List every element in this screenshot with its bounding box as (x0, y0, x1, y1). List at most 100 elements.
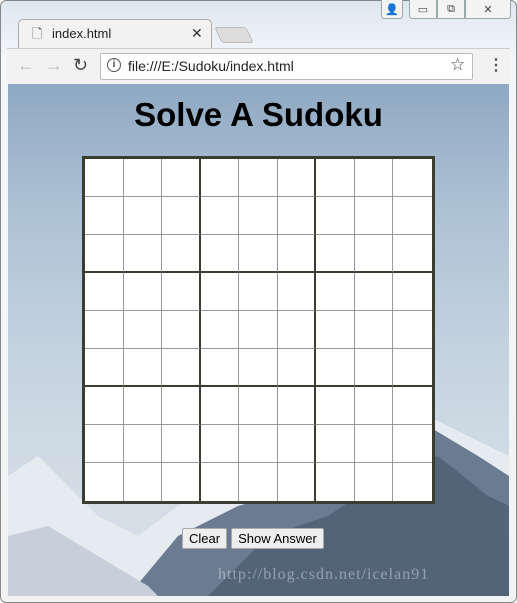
sudoku-cell[interactable] (85, 387, 124, 425)
menu-icon[interactable]: ⋮ (488, 55, 504, 75)
sudoku-cell[interactable] (85, 235, 124, 273)
sudoku-cell[interactable] (316, 159, 355, 197)
forward-icon[interactable]: → (45, 55, 63, 76)
sudoku-cell[interactable] (393, 349, 432, 387)
sudoku-cell[interactable] (200, 425, 240, 463)
sudoku-cell[interactable] (200, 311, 240, 349)
sudoku-cell[interactable] (239, 425, 278, 463)
sudoku-cell[interactable] (123, 197, 163, 235)
sudoku-cell[interactable] (277, 197, 317, 235)
sudoku-cell[interactable] (123, 387, 163, 425)
sudoku-cell[interactable] (354, 425, 394, 463)
sudoku-cell[interactable] (85, 349, 124, 387)
info-icon[interactable]: i (107, 58, 121, 72)
sudoku-cell[interactable] (162, 273, 201, 311)
sudoku-cell[interactable] (123, 349, 163, 387)
sudoku-cell[interactable] (200, 159, 240, 197)
sudoku-cell[interactable] (277, 235, 317, 273)
sudoku-cell[interactable] (354, 387, 394, 425)
sudoku-cell[interactable] (200, 273, 240, 311)
sudoku-cell[interactable] (393, 235, 432, 273)
sudoku-cell[interactable] (316, 235, 355, 273)
sudoku-cell[interactable] (200, 235, 240, 273)
tab-title: index.html (52, 26, 112, 41)
sudoku-cell[interactable] (200, 387, 240, 425)
tab-index[interactable] (18, 19, 212, 49)
new-tab-button[interactable] (214, 27, 254, 43)
sudoku-cell[interactable] (277, 159, 317, 197)
url-text[interactable]: file:///E:/Sudoku/index.html (128, 58, 294, 74)
sudoku-cell[interactable] (201, 463, 240, 501)
sudoku-cell[interactable] (316, 387, 355, 425)
sudoku-cell[interactable] (393, 463, 432, 501)
sudoku-cell[interactable] (393, 197, 432, 235)
sudoku-cell[interactable] (277, 311, 317, 349)
sudoku-cell[interactable] (239, 387, 278, 425)
sudoku-cell[interactable] (316, 463, 355, 501)
sudoku-cell[interactable] (162, 197, 201, 235)
sudoku-cell[interactable] (277, 425, 317, 463)
reload-icon[interactable]: ↻ (73, 55, 88, 76)
sudoku-cell[interactable] (162, 425, 201, 463)
sudoku-cell[interactable] (354, 197, 394, 235)
sudoku-cell[interactable] (393, 425, 432, 463)
minimize-icon[interactable]: ▭ (409, 0, 437, 19)
sudoku-cell[interactable] (355, 463, 394, 501)
sudoku-cell[interactable] (239, 159, 278, 197)
user-icon[interactable]: 👤 (381, 0, 403, 19)
sudoku-cell[interactable] (123, 311, 163, 349)
sudoku-cell[interactable] (393, 273, 432, 311)
sudoku-cell[interactable] (239, 349, 278, 387)
sudoku-cell[interactable] (354, 235, 394, 273)
sudoku-cell[interactable] (85, 273, 124, 311)
sudoku-cell[interactable] (354, 349, 394, 387)
sudoku-cell[interactable] (85, 159, 124, 197)
sudoku-cell[interactable] (85, 425, 124, 463)
sudoku-cell[interactable] (123, 159, 163, 197)
sudoku-cell[interactable] (239, 273, 278, 311)
star-icon[interactable]: ☆ (450, 55, 465, 75)
page-viewport: Solve A Sudoku Clear Show Answer http://… (8, 84, 509, 596)
sudoku-cell[interactable] (85, 463, 124, 501)
window-close-icon[interactable]: ✕ (465, 0, 511, 19)
sudoku-cell[interactable] (277, 273, 317, 311)
sudoku-cell[interactable] (162, 235, 201, 273)
sudoku-cell[interactable] (85, 311, 124, 349)
sudoku-cell[interactable] (239, 235, 278, 273)
sudoku-cell[interactable] (162, 311, 201, 349)
sudoku-cell[interactable] (316, 425, 355, 463)
sudoku-grid (82, 156, 435, 504)
close-icon[interactable]: ✕ (191, 25, 203, 42)
sudoku-cell[interactable] (316, 311, 355, 349)
maximize-icon[interactable]: ⧉ (437, 0, 465, 19)
sudoku-cell[interactable] (124, 463, 163, 501)
back-icon[interactable]: ← (17, 55, 35, 76)
sudoku-cell[interactable] (354, 159, 394, 197)
sudoku-cell[interactable] (162, 387, 201, 425)
sudoku-cell[interactable] (239, 197, 278, 235)
sudoku-cell[interactable] (316, 273, 355, 311)
sudoku-cell[interactable] (316, 349, 355, 387)
sudoku-cell[interactable] (123, 425, 163, 463)
sudoku-cell[interactable] (162, 349, 201, 387)
sudoku-cell[interactable] (239, 463, 278, 501)
sudoku-cell[interactable] (277, 387, 317, 425)
sudoku-cell[interactable] (239, 311, 278, 349)
sudoku-cell[interactable] (277, 349, 317, 387)
sudoku-cell[interactable] (123, 235, 163, 273)
clear-button[interactable]: Clear (182, 528, 228, 549)
sudoku-cell[interactable] (393, 311, 432, 349)
sudoku-cell[interactable] (278, 463, 317, 501)
sudoku-cell[interactable] (393, 159, 432, 197)
sudoku-cell[interactable] (200, 349, 240, 387)
sudoku-cell[interactable] (85, 197, 124, 235)
sudoku-cell[interactable] (354, 273, 394, 311)
show-answer-button[interactable]: Show Answer (231, 528, 324, 549)
sudoku-cell[interactable] (162, 463, 201, 501)
sudoku-cell[interactable] (393, 387, 432, 425)
sudoku-cell[interactable] (162, 159, 201, 197)
sudoku-cell[interactable] (316, 197, 355, 235)
sudoku-cell[interactable] (123, 273, 163, 311)
sudoku-cell[interactable] (200, 197, 240, 235)
sudoku-cell[interactable] (354, 311, 394, 349)
